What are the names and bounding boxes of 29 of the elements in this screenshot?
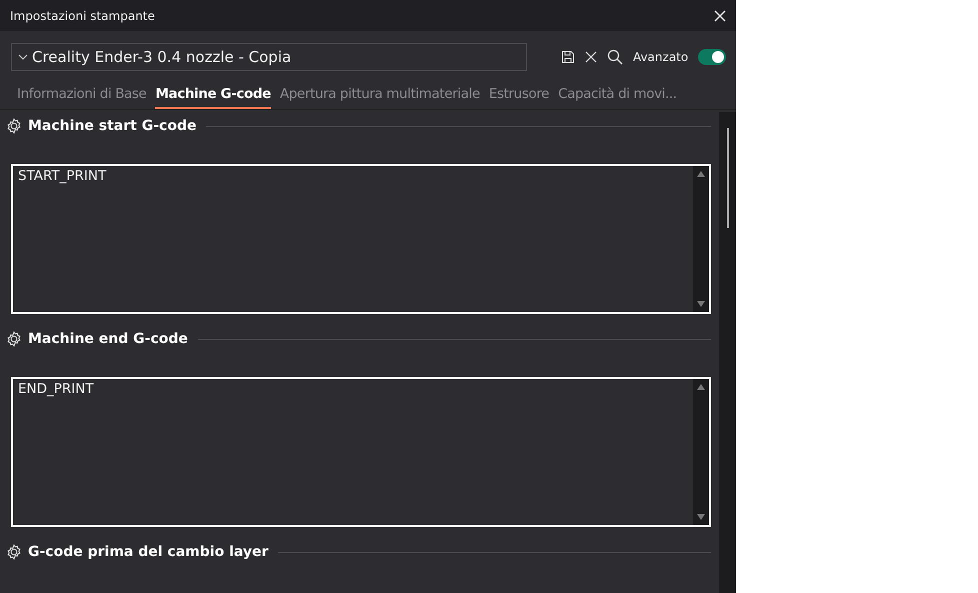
close-icon[interactable] xyxy=(584,50,597,62)
scroll-up-icon[interactable] xyxy=(697,384,705,390)
section-title: G-code prima del cambio layer xyxy=(28,544,268,560)
advanced-toggle[interactable] xyxy=(698,48,726,64)
gear-icon xyxy=(6,118,22,134)
search-icon[interactable] xyxy=(606,48,623,64)
scrollbar[interactable] xyxy=(719,112,736,593)
preset-dropdown[interactable]: Creality Ender-3 0.4 nozzle - Copia xyxy=(11,42,527,70)
chevron-down-icon xyxy=(18,54,28,60)
advanced-label: Avanzato xyxy=(632,50,688,64)
close-icon[interactable] xyxy=(714,10,726,22)
section-title: Machine start G-code xyxy=(28,118,196,134)
tab[interactable]: Machine G-code xyxy=(155,84,271,109)
gear-icon xyxy=(6,544,22,560)
tab[interactable]: Estrusore xyxy=(488,84,550,109)
scroll-down-icon[interactable] xyxy=(697,301,705,307)
tab[interactable]: Capacità di movi... xyxy=(558,84,677,109)
window-title: Impostazioni stampante xyxy=(10,8,155,22)
tab[interactable]: Apertura pittura multimateriale xyxy=(280,84,480,109)
code-editor[interactable]: START_PRINT xyxy=(11,164,711,314)
save-icon[interactable] xyxy=(560,50,575,64)
tab[interactable]: Informazioni di Base xyxy=(17,84,146,109)
scroll-down-icon[interactable] xyxy=(697,514,705,520)
scrollbar[interactable] xyxy=(693,379,709,525)
scroll-up-icon[interactable] xyxy=(697,171,705,177)
section-title: Machine end G-code xyxy=(28,331,188,347)
scrollbar[interactable] xyxy=(693,166,709,312)
code-editor[interactable]: END_PRINT xyxy=(11,377,711,527)
gear-icon xyxy=(6,331,22,347)
